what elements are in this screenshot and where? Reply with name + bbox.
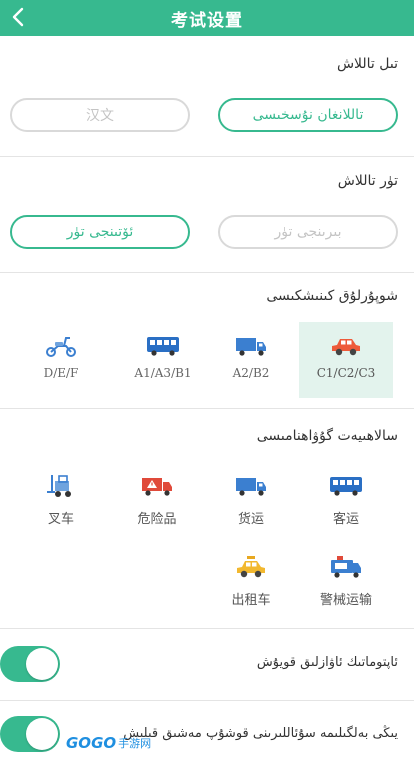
car-icon xyxy=(329,332,363,360)
qualification-passenger[interactable]: 客运 xyxy=(299,468,393,532)
license-a1-a3-b1[interactable]: A1/A3/B1 xyxy=(116,322,210,398)
qualification-freight-label: 货运 xyxy=(237,512,264,527)
taxi-icon xyxy=(234,553,268,581)
toggle-knob xyxy=(26,648,58,680)
divider xyxy=(0,408,414,409)
truck-icon xyxy=(234,472,268,500)
watermark-sub-text: 手游网 xyxy=(118,737,152,750)
license-c1-c2-c3-label: C1/C2/C3 xyxy=(316,366,376,380)
language-option-chinese-label: 汉文 xyxy=(86,108,114,124)
auto-voice-label: ئاپتوماتىك ئاۋازلىق قويۇش xyxy=(256,655,398,670)
new-rules-toggle[interactable] xyxy=(0,716,60,752)
license-d-e-f[interactable]: D/E/F xyxy=(14,322,108,398)
license-a1-a3-b1-label: A1/A3/B1 xyxy=(134,366,192,380)
qualification-police-transport-label: 警械运输 xyxy=(319,593,372,608)
auto-voice-toggle[interactable] xyxy=(0,646,60,682)
type-option-second-label: ئۆتىنجى تۈر xyxy=(66,224,134,240)
qualification-passenger-label: 客运 xyxy=(332,512,359,527)
top-bar: 考试设置 xyxy=(0,0,414,36)
watermark-logo: GOGO 手游网 xyxy=(66,730,178,756)
language-option-chinese[interactable]: 汉文 xyxy=(10,98,190,132)
divider xyxy=(0,628,414,629)
qualification-section-label: سالاھىيەت گۇۋاھنامىسى xyxy=(256,428,398,444)
qualification-hazardous[interactable]: 危险品 xyxy=(110,468,204,532)
toggle-knob xyxy=(26,718,58,750)
qualification-taxi[interactable]: 出租车 xyxy=(204,549,298,613)
license-section-label: شوپۇرلۇق كىنىشكىسى xyxy=(266,288,398,304)
qualification-freight[interactable]: 货运 xyxy=(204,468,298,532)
qualification-forklift[interactable]: 叉车 xyxy=(14,468,108,532)
qualification-hazardous-label: 危险品 xyxy=(137,512,177,527)
motorcycle-icon xyxy=(44,332,78,360)
divider xyxy=(0,700,414,701)
license-a2-b2-label: A2/B2 xyxy=(232,366,270,380)
bus-icon xyxy=(145,332,181,360)
type-option-second[interactable]: ئۆتىنجى تۈر xyxy=(10,215,190,249)
divider xyxy=(0,272,414,273)
type-section-label: تۈر تاللاش xyxy=(337,173,398,189)
hazard-truck-icon xyxy=(140,472,174,500)
license-d-e-f-label: D/E/F xyxy=(43,366,79,380)
type-option-first[interactable]: بىرىنجى تۈر xyxy=(218,215,398,249)
language-option-uyghur-label: تاللانغان نۇسخىسى xyxy=(252,107,364,123)
police-van-icon xyxy=(329,553,363,581)
divider xyxy=(0,156,414,157)
truck-icon xyxy=(234,332,268,360)
type-option-first-label: بىرىنجى تۈر xyxy=(274,224,342,240)
qualification-police-transport[interactable]: 警械运输 xyxy=(299,549,393,613)
page-title: 考试设置 xyxy=(171,11,243,31)
license-c1-c2-c3[interactable]: C1/C2/C3 xyxy=(299,322,393,398)
license-a2-b2[interactable]: A2/B2 xyxy=(204,322,298,398)
language-option-uyghur[interactable]: تاللانغان نۇسخىسى xyxy=(218,98,398,132)
watermark-logo-text: GOGO xyxy=(66,734,117,752)
forklift-icon xyxy=(45,472,77,500)
bus-icon xyxy=(328,472,364,500)
language-section-label: تىل تاللاش xyxy=(336,56,398,72)
qualification-forklift-label: 叉车 xyxy=(47,512,74,527)
qualification-taxi-label: 出租车 xyxy=(231,593,271,608)
